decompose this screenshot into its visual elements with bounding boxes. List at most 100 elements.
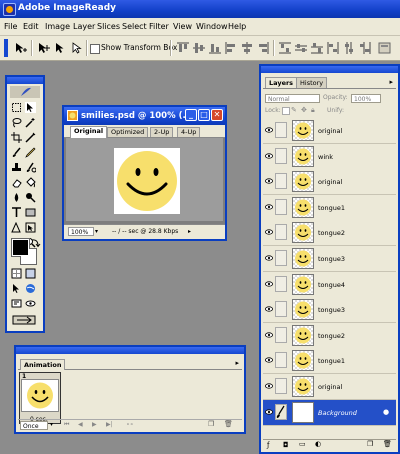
rectangle-tool-icon[interactable] [25, 207, 36, 218]
image-area[interactable] [114, 148, 180, 214]
tab-2-up[interactable]: 2-Up [150, 127, 174, 137]
menu-select[interactable]: Select [122, 22, 147, 31]
layer-style-icon[interactable]: ƒ [267, 441, 269, 449]
move-tool-selected-icon[interactable] [25, 102, 36, 113]
layer-visibility-eye-icon[interactable] [265, 332, 273, 338]
minimize-button[interactable]: _ [185, 109, 197, 121]
distribute-left-icon[interactable] [326, 41, 340, 55]
delete-frame-icon[interactable]: 🗑︎ [224, 420, 233, 428]
brush-tool-icon[interactable] [11, 147, 22, 158]
jump-to-photoshop-icon[interactable] [11, 298, 22, 309]
status-dropdown-arrow-icon[interactable]: ▸ [188, 228, 191, 235]
layer-visibility-eye-icon[interactable] [265, 357, 273, 363]
layer-visibility-eye-icon[interactable] [265, 229, 273, 235]
toggle-slices-visibility-icon[interactable] [11, 268, 22, 279]
first-frame-icon[interactable]: ⏮︎ [64, 421, 69, 429]
move-select-icon[interactable] [37, 41, 51, 55]
tab-layers[interactable]: Layers [265, 77, 298, 88]
layer-visibility-eye-icon[interactable] [265, 280, 273, 287]
layer-link-box[interactable] [275, 224, 287, 241]
toggle-image-map-icon[interactable] [25, 268, 36, 279]
menu-view[interactable]: View [173, 22, 192, 31]
distribute-bottom-icon[interactable] [310, 41, 324, 55]
animation-palette-titlebar[interactable] [16, 347, 244, 354]
delete-layer-icon[interactable]: 🗑︎ [383, 440, 392, 448]
magic-wand-tool-icon[interactable] [25, 117, 36, 128]
animation-frame[interactable]: 1 0 sec. [19, 372, 61, 424]
loop-dropdown-arrow-icon[interactable]: ▾ [50, 421, 53, 428]
slice-tool-icon[interactable] [25, 132, 36, 143]
menu-layer[interactable]: Layer [73, 22, 95, 31]
animation-menu-arrow-icon[interactable]: ▸ [235, 359, 239, 367]
layer-row[interactable]: tongue1 [263, 194, 396, 221]
layer-visibility-eye-icon[interactable] [265, 127, 273, 133]
pencil-tool-icon[interactable] [25, 147, 36, 158]
layer-visibility-eye-icon[interactable] [265, 306, 273, 312]
adjustment-layer-icon[interactable]: ◐ [315, 440, 321, 448]
layer-link-box[interactable] [275, 326, 287, 343]
tab-optimized[interactable]: Optimized [107, 127, 149, 137]
layer-row[interactable]: original [263, 118, 396, 144]
tab-history[interactable]: History [296, 77, 328, 88]
layer-row[interactable]: tongue3 [263, 246, 396, 272]
image-map-tool-icon[interactable] [11, 222, 22, 233]
lock-all-icon[interactable]: 🔒︎ [311, 106, 315, 115]
new-frame-icon[interactable]: ❐ [208, 420, 214, 428]
layer-row[interactable]: wink [263, 143, 396, 170]
menu-file[interactable]: File [4, 22, 17, 31]
paint-bucket-icon[interactable] [25, 177, 36, 188]
maximize-button[interactable]: □ [198, 109, 210, 121]
move-pointer-icon[interactable] [53, 41, 67, 55]
layer-brush-icon[interactable] [275, 403, 287, 420]
align-left-icon[interactable] [224, 41, 238, 55]
menu-filter[interactable]: Filter [149, 22, 169, 31]
tab-animation[interactable]: Animation [20, 359, 66, 370]
close-button[interactable]: ✕ [211, 109, 223, 121]
foreground-color-front[interactable] [12, 239, 29, 256]
swap-colors-icon[interactable] [30, 237, 41, 248]
menu-window[interactable]: Window [196, 22, 228, 31]
blend-mode-select[interactable]: Normal [265, 94, 320, 103]
eye-preview-icon[interactable] [25, 298, 36, 309]
menu-slices[interactable]: Slices [97, 22, 120, 31]
lock-move-icon[interactable]: ✥ [301, 106, 307, 114]
arrow-pointer-icon[interactable] [69, 41, 83, 55]
layers-palette-titlebar[interactable] [261, 66, 398, 73]
jump-to-app-icon[interactable] [12, 314, 36, 325]
tab-original[interactable]: Original [70, 126, 108, 138]
distribute-top-icon[interactable] [278, 41, 292, 55]
layer-link-box[interactable] [275, 122, 287, 138]
layer-visibility-eye-icon[interactable] [265, 178, 273, 184]
layer-link-box[interactable] [275, 173, 287, 190]
options-grip[interactable] [4, 39, 8, 57]
layer-row[interactable]: Background ● [263, 399, 396, 426]
layer-mask-icon[interactable]: ◘ [283, 441, 289, 449]
eraser-tool-icon[interactable] [11, 177, 22, 188]
align-top-icon[interactable] [176, 41, 190, 55]
palette-menu-arrow-icon[interactable]: ▸ [389, 78, 393, 86]
lasso-tool-icon[interactable] [11, 117, 22, 128]
tween-icon[interactable]: ∘∘ [126, 421, 134, 428]
loop-select[interactable]: Once [20, 421, 48, 430]
history-brush-icon[interactable] [25, 162, 36, 173]
layer-row[interactable]: tongue4 [263, 271, 396, 298]
layer-link-box[interactable] [275, 275, 287, 292]
document-titlebar[interactable]: smilies.psd @ 100% (... _ □ ✕ [64, 107, 225, 125]
tab-4-up[interactable]: 4-Up [177, 127, 201, 137]
toolbox-titlebar[interactable] [7, 77, 43, 84]
opacity-input[interactable]: 100% [351, 94, 381, 103]
crop-tool-icon[interactable] [11, 132, 22, 143]
align-right-icon[interactable] [256, 41, 270, 55]
distribute-vcenter-icon[interactable] [294, 41, 308, 55]
layer-visibility-eye-icon[interactable] [265, 204, 273, 210]
align-bottom-icon[interactable] [208, 41, 222, 55]
zoom-dropdown-arrow-icon[interactable]: ▾ [95, 228, 98, 235]
lock-paint-icon[interactable]: ✎ [291, 106, 297, 114]
document-canvas[interactable] [66, 138, 223, 221]
play-icon[interactable]: ▶︎ [92, 421, 97, 428]
preview-in-browser-icon[interactable] [25, 283, 36, 294]
layer-link-box[interactable] [275, 301, 287, 318]
layer-row[interactable]: original [263, 169, 396, 196]
layer-visibility-eye-icon[interactable] [265, 408, 273, 415]
stamp-tool-icon[interactable] [11, 162, 22, 173]
